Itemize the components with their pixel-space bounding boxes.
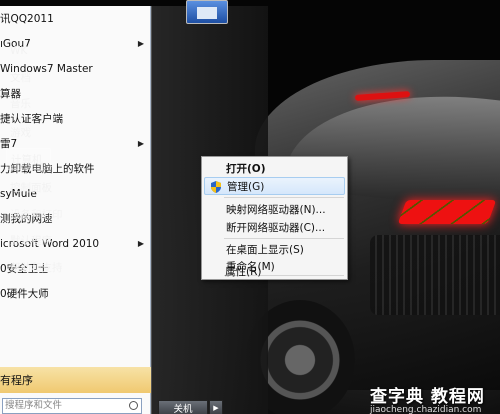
menu-item-properties[interactable]: 属性(R) (203, 262, 344, 280)
chevron-right-icon: ▶ (213, 404, 219, 412)
menu-item-open[interactable]: 打开(O) (204, 159, 345, 177)
places-item-help[interactable]: 帮助和支持 (6, 256, 106, 278)
all-programs-label: 有程序 (0, 374, 33, 387)
places-item-computer[interactable]: 计算机 (6, 148, 51, 170)
places-label: 计算机 (11, 153, 43, 166)
car-taillight (397, 200, 497, 224)
user-picture-icon[interactable] (186, 0, 228, 24)
menu-item-label: 在桌面上显示(S) (226, 243, 304, 256)
places-label: 音乐 (10, 97, 31, 110)
submenu-arrow-icon: ▶ (137, 139, 144, 148)
watermark-url: jiaocheng.chazidian.com (370, 405, 482, 414)
places-label: 文档 (10, 71, 31, 84)
places-label: WK (10, 45, 28, 57)
menu-separator (224, 238, 344, 239)
places-item-games[interactable]: 游戏 (6, 121, 106, 143)
search-input[interactable]: 搜程序和文件 (2, 398, 142, 414)
watermark-title: 查字典 教程网 (370, 387, 485, 407)
search-icon (129, 401, 138, 410)
places-label: 默认程序 (10, 234, 52, 247)
places-item-music[interactable]: 音乐 (6, 92, 106, 114)
menu-separator (224, 197, 344, 198)
program-item[interactable]: 0硬件大师 (0, 281, 150, 306)
menu-item-label: 属性(R) (225, 265, 262, 278)
menu-item-map-drive[interactable]: 映射网络驱动器(N)... (204, 200, 345, 218)
places-label: 帮助和支持 (10, 261, 63, 274)
program-label: 讯QQ2011 (0, 13, 54, 25)
shutdown-options-button[interactable]: ▶ (209, 400, 223, 414)
menu-item-label: 断开网络驱动器(C)... (226, 221, 326, 234)
watermark: 查字典 教程网 jiaocheng.chazidian.com (370, 382, 485, 414)
places-item-control-panel[interactable]: 控制面板 (6, 176, 106, 198)
submenu-arrow-icon: ▶ (137, 39, 144, 48)
menu-item-disconnect-drive[interactable]: 断开网络驱动器(C)... (204, 218, 345, 236)
places-label: 游戏 (10, 126, 31, 139)
places-item-user[interactable]: WK (6, 40, 106, 62)
all-programs-button[interactable]: 有程序 (0, 367, 151, 393)
menu-item-label: 打开(O) (226, 162, 266, 175)
shutdown-label: 关机 (173, 404, 193, 414)
menu-item-show-on-desktop[interactable]: 在桌面上显示(S) (204, 240, 345, 258)
places-item-documents[interactable]: 文档 (6, 66, 106, 88)
shield-icon (211, 181, 221, 193)
menu-item-label: 映射网络驱动器(N)... (226, 203, 326, 216)
places-item-default-programs[interactable]: 默认程序 (6, 229, 106, 251)
program-item[interactable]: 讯QQ2011 (0, 6, 150, 31)
places-label: 控制面板 (10, 181, 52, 194)
program-label: 0硬件大师 (0, 288, 49, 300)
menu-item-label: 管理(G) (227, 180, 265, 193)
places-item-devices-printers[interactable]: 设备和打印 (6, 203, 106, 225)
search-placeholder: 搜程序和文件 (5, 400, 63, 411)
menu-item-manage[interactable]: 管理(G) (204, 177, 345, 195)
car-grille (370, 235, 500, 315)
submenu-arrow-icon: ▶ (137, 239, 144, 248)
shutdown-button[interactable]: 关机 (158, 400, 208, 414)
places-label: 设备和打印 (10, 208, 63, 221)
